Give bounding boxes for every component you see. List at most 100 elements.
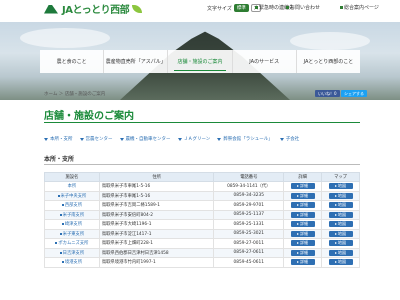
detail-button[interactable]: 詳細 bbox=[290, 249, 315, 256]
facility-link[interactable]: 本所 bbox=[68, 183, 77, 189]
facility-link[interactable]: 米子中央支所 bbox=[57, 193, 86, 199]
title-divider bbox=[44, 122, 360, 123]
map-cell: 地図 bbox=[321, 247, 360, 258]
tel-cell: 0859-27-0611 bbox=[213, 247, 285, 258]
map-cell: 地図 bbox=[321, 181, 360, 192]
logo-text: JAとっとり西部 bbox=[62, 5, 130, 16]
facility-name-cell: 米子中央支所 bbox=[44, 190, 100, 201]
detail-button[interactable]: 詳細 bbox=[290, 259, 315, 266]
nav-item-services[interactable]: JAのサービス bbox=[233, 50, 297, 73]
detail-button[interactable]: 詳細 bbox=[290, 240, 315, 247]
nav-item-about[interactable]: JAとっとり西部のこと bbox=[297, 50, 360, 73]
facility-name-cell: 米子東支所 bbox=[44, 228, 100, 239]
anchor-links: 本所・支所 営農センター 農機・自動車センター ＪＡグリーン 葬祭会館「ラシュー… bbox=[44, 136, 360, 142]
address-cell: 鳥取県米子市車尾1-5-16 bbox=[98, 181, 215, 192]
map-cell: 地図 bbox=[321, 190, 360, 201]
anchor-subsidiaries[interactable]: 子会社 bbox=[279, 136, 299, 142]
arrow-down-icon bbox=[79, 137, 84, 141]
map-button[interactable]: 地図 bbox=[328, 202, 353, 209]
detail-button[interactable]: 詳細 bbox=[290, 230, 315, 237]
address-cell: 鳥取県米子市安倍町804-2 bbox=[98, 209, 215, 220]
facility-link[interactable]: 日吉津支所 bbox=[59, 250, 84, 256]
column-header: 電話番号 bbox=[213, 172, 285, 182]
address-cell: 鳥取県境港市竹内町1997-1 bbox=[98, 257, 215, 268]
tel-cell: 0859-25-1331 bbox=[213, 219, 285, 230]
ja-mark-icon bbox=[44, 3, 60, 15]
facility-link[interactable]: 崎津支所 bbox=[61, 221, 82, 227]
anchor-funeral-hall[interactable]: 葬祭会館「ラシュール」 bbox=[217, 136, 273, 142]
arrow-right-icon bbox=[335, 185, 338, 188]
address-cell: 鳥取県米子市上畑町228-1 bbox=[98, 238, 215, 249]
bullet-icon bbox=[59, 251, 62, 254]
table-row: 米子中央支所 鳥取県米子市車尾1-5-16 0859-34-3235 詳細 地図 bbox=[44, 190, 360, 201]
column-header: 施設名 bbox=[44, 172, 100, 182]
nav-item-agriculture-food[interactable]: 農と食のこと bbox=[40, 50, 105, 73]
facebook-like-button[interactable]: いいね！0 bbox=[315, 90, 340, 97]
facility-link[interactable]: 米子東支所 bbox=[59, 231, 84, 237]
map-cell: 地図 bbox=[321, 257, 360, 268]
bullet-icon bbox=[55, 242, 58, 245]
detail-button[interactable]: 詳細 bbox=[290, 211, 315, 218]
facility-name-cell: 崎津支所 bbox=[44, 219, 100, 230]
arrow-right-icon bbox=[335, 194, 338, 197]
table-row: 西部支所 鳥取県米子市吉岡二條1589-1 0859-29-9701 詳細 地図 bbox=[44, 200, 360, 211]
arrow-down-icon bbox=[177, 137, 182, 141]
map-button[interactable]: 地図 bbox=[328, 221, 353, 228]
nav-item-stores[interactable]: 店舗・施設のご案内 bbox=[168, 50, 233, 73]
bullet-icon bbox=[61, 204, 64, 207]
map-button[interactable]: 地図 bbox=[328, 259, 353, 266]
bullet-icon bbox=[59, 213, 62, 216]
arrow-right-icon bbox=[297, 261, 300, 264]
anchor-branch[interactable]: 本所・支所 bbox=[44, 136, 73, 142]
address-cell: 鳥取県米子市大崎1196-1 bbox=[98, 219, 215, 230]
table-row: ポカムニズ支所 鳥取県米子市上畑町228-1 0859-27-0011 詳細 地図 bbox=[44, 238, 360, 249]
detail-button[interactable]: 詳細 bbox=[290, 192, 315, 199]
font-size-standard-button[interactable]: 標準 bbox=[233, 4, 249, 12]
anchor-ja-green[interactable]: ＪＡグリーン bbox=[177, 136, 210, 142]
bullet-icon bbox=[57, 194, 60, 197]
map-button[interactable]: 地図 bbox=[328, 230, 353, 237]
leaf-icon bbox=[131, 4, 143, 14]
contact-link[interactable]: お問い合わせ bbox=[286, 4, 320, 11]
site-logo[interactable]: JAとっとり西部 bbox=[44, 1, 143, 16]
tel-cell: 0859-25-1137 bbox=[213, 209, 285, 220]
detail-cell: 詳細 bbox=[283, 200, 323, 211]
arrow-right-icon bbox=[297, 194, 300, 197]
column-header: 住所 bbox=[98, 172, 215, 182]
detail-button[interactable]: 詳細 bbox=[290, 221, 315, 228]
facility-name-cell: ポカムニズ支所 bbox=[44, 238, 100, 249]
facility-link[interactable]: 境港支所 bbox=[61, 259, 82, 265]
arrow-right-icon bbox=[297, 242, 300, 245]
branch-table: 施設名 住所 電話番号 詳細 マップ 本所 鳥取県米子市車尾1-5-16 0859-… bbox=[44, 172, 360, 268]
bullet-icon bbox=[340, 6, 343, 9]
map-button[interactable]: 地図 bbox=[328, 240, 353, 247]
arrow-right-icon bbox=[297, 232, 300, 235]
detail-cell: 詳細 bbox=[283, 190, 323, 201]
map-button[interactable]: 地図 bbox=[328, 192, 353, 199]
section-title: 本所・支所 bbox=[44, 156, 75, 163]
breadcrumb[interactable]: ホーム ＞ 店舗・施設のご案内 bbox=[44, 91, 105, 97]
map-button[interactable]: 地図 bbox=[328, 249, 353, 256]
detail-cell: 詳細 bbox=[283, 181, 323, 192]
arrow-right-icon bbox=[335, 204, 338, 207]
anchor-machinery-center[interactable]: 農機・自動車センター bbox=[119, 136, 171, 142]
twitter-share-button[interactable]: シェアする bbox=[341, 90, 367, 97]
arrow-right-icon bbox=[297, 223, 300, 226]
detail-button[interactable]: 詳細 bbox=[290, 202, 315, 209]
map-button[interactable]: 地図 bbox=[328, 183, 353, 190]
cloud-decoration bbox=[20, 28, 110, 48]
general-guide-link[interactable]: 総合案内ページ bbox=[340, 4, 379, 11]
table-row: 境港支所 鳥取県境港市竹内町1997-1 0859-45-0611 詳細 地図 bbox=[44, 257, 360, 268]
facility-link[interactable]: 西部支所 bbox=[61, 202, 82, 208]
facility-name-cell: 境港支所 bbox=[44, 257, 100, 268]
map-button[interactable]: 地図 bbox=[328, 211, 353, 218]
tel-cell: 0859-45-0611 bbox=[213, 257, 285, 268]
facility-link[interactable]: ポカムニズ支所 bbox=[55, 240, 88, 246]
nav-item-aspal[interactable]: 農産物直売所「アスパル」 bbox=[104, 50, 169, 73]
font-size-label: 文字サイズ bbox=[207, 5, 232, 12]
facility-name-cell: 本所 bbox=[44, 181, 100, 192]
arrow-down-icon bbox=[44, 137, 48, 141]
facility-link[interactable]: 米子南支所 bbox=[59, 212, 84, 218]
detail-button[interactable]: 詳細 bbox=[290, 183, 315, 190]
anchor-farming-center[interactable]: 営農センター bbox=[79, 136, 113, 142]
